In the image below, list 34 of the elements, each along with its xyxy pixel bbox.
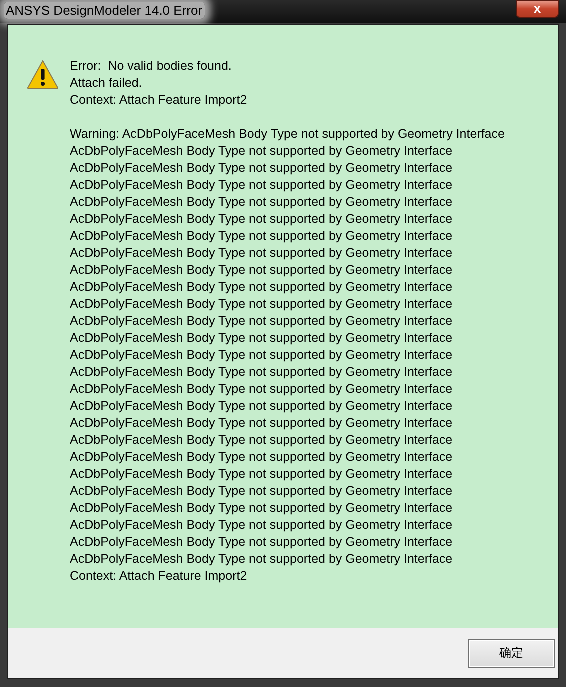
detail-text: AcDbPolyFaceMesh Body Type not supported by Geometry Interface bbox=[70, 211, 454, 228]
detail-text: Warning: AcDbPolyFaceMesh Body Type not supported by Geometry Interface bbox=[70, 126, 505, 143]
detail-text: AcDbPolyFaceMesh Body Type not supported by Geometry Interface bbox=[70, 194, 454, 211]
ok-button[interactable]: 确定 bbox=[468, 638, 555, 668]
detail-text: AcDbPolyFaceMesh Body Type not supported by Geometry Interface bbox=[70, 177, 454, 194]
detail-text: AcDbPolyFaceMesh Body Type not supported by Geometry Interface bbox=[70, 432, 454, 449]
detail-text: AcDbPolyFaceMesh Body Type not supported by Geometry Interface bbox=[70, 517, 454, 534]
detail-text: AcDbPolyFaceMesh Body Type not supported by Geometry Interface bbox=[70, 330, 454, 347]
detail-text: AcDbPolyFaceMesh Body Type not supported by Geometry Interface bbox=[70, 364, 454, 381]
detail-text: AcDbPolyFaceMesh Body Type not supported by Geometry Interface bbox=[70, 245, 454, 262]
detail-text: AcDbPolyFaceMesh Body Type not supported by Geometry Interface bbox=[70, 296, 454, 313]
detail-text: AcDbPolyFaceMesh Body Type not supported by Geometry Interface bbox=[70, 381, 454, 398]
detail-text: AcDbPolyFaceMesh Body Type not supported by Geometry Interface bbox=[70, 160, 454, 177]
detail-text: AcDbPolyFaceMesh Body Type not supported by Geometry Interface bbox=[70, 449, 454, 466]
window-title: ANSYS DesignModeler 14.0 Error bbox=[4, 2, 205, 19]
detail-text: Context: Attach Feature Import2 bbox=[70, 568, 248, 585]
detail-text: AcDbPolyFaceMesh Body Type not supported by Geometry Interface bbox=[70, 551, 454, 568]
detail-text: AcDbPolyFaceMesh Body Type not supported by Geometry Interface bbox=[70, 500, 454, 517]
detail-text: AcDbPolyFaceMesh Body Type not supported by Geometry Interface bbox=[70, 262, 454, 279]
detail-text: AcDbPolyFaceMesh Body Type not supported by Geometry Interface bbox=[70, 228, 454, 245]
detail-text: AcDbPolyFaceMesh Body Type not supported by Geometry Interface bbox=[70, 398, 454, 415]
detail-text: AcDbPolyFaceMesh Body Type not supported by Geometry Interface bbox=[70, 483, 454, 500]
detail-text: AcDbPolyFaceMesh Body Type not supported by Geometry Interface bbox=[70, 143, 454, 160]
detail-text: AcDbPolyFaceMesh Body Type not supported by Geometry Interface bbox=[70, 534, 454, 551]
warning-icon bbox=[27, 60, 59, 90]
detail-text: AcDbPolyFaceMesh Body Type not supported by Geometry Interface bbox=[70, 279, 454, 296]
detail-text: AcDbPolyFaceMesh Body Type not supported by Geometry Interface bbox=[70, 347, 454, 364]
error-text: Error: No valid bodies found. bbox=[70, 58, 233, 75]
close-button[interactable]: x bbox=[516, 0, 559, 18]
error-text: Attach failed. bbox=[70, 75, 144, 92]
error-text: Context: Attach Feature Import2 bbox=[70, 92, 248, 109]
detail-text: AcDbPolyFaceMesh Body Type not supported by Geometry Interface bbox=[70, 466, 454, 483]
detail-text: AcDbPolyFaceMesh Body Type not supported by Geometry Interface bbox=[70, 313, 454, 330]
detail-text: AcDbPolyFaceMesh Body Type not supported by Geometry Interface bbox=[70, 415, 454, 432]
